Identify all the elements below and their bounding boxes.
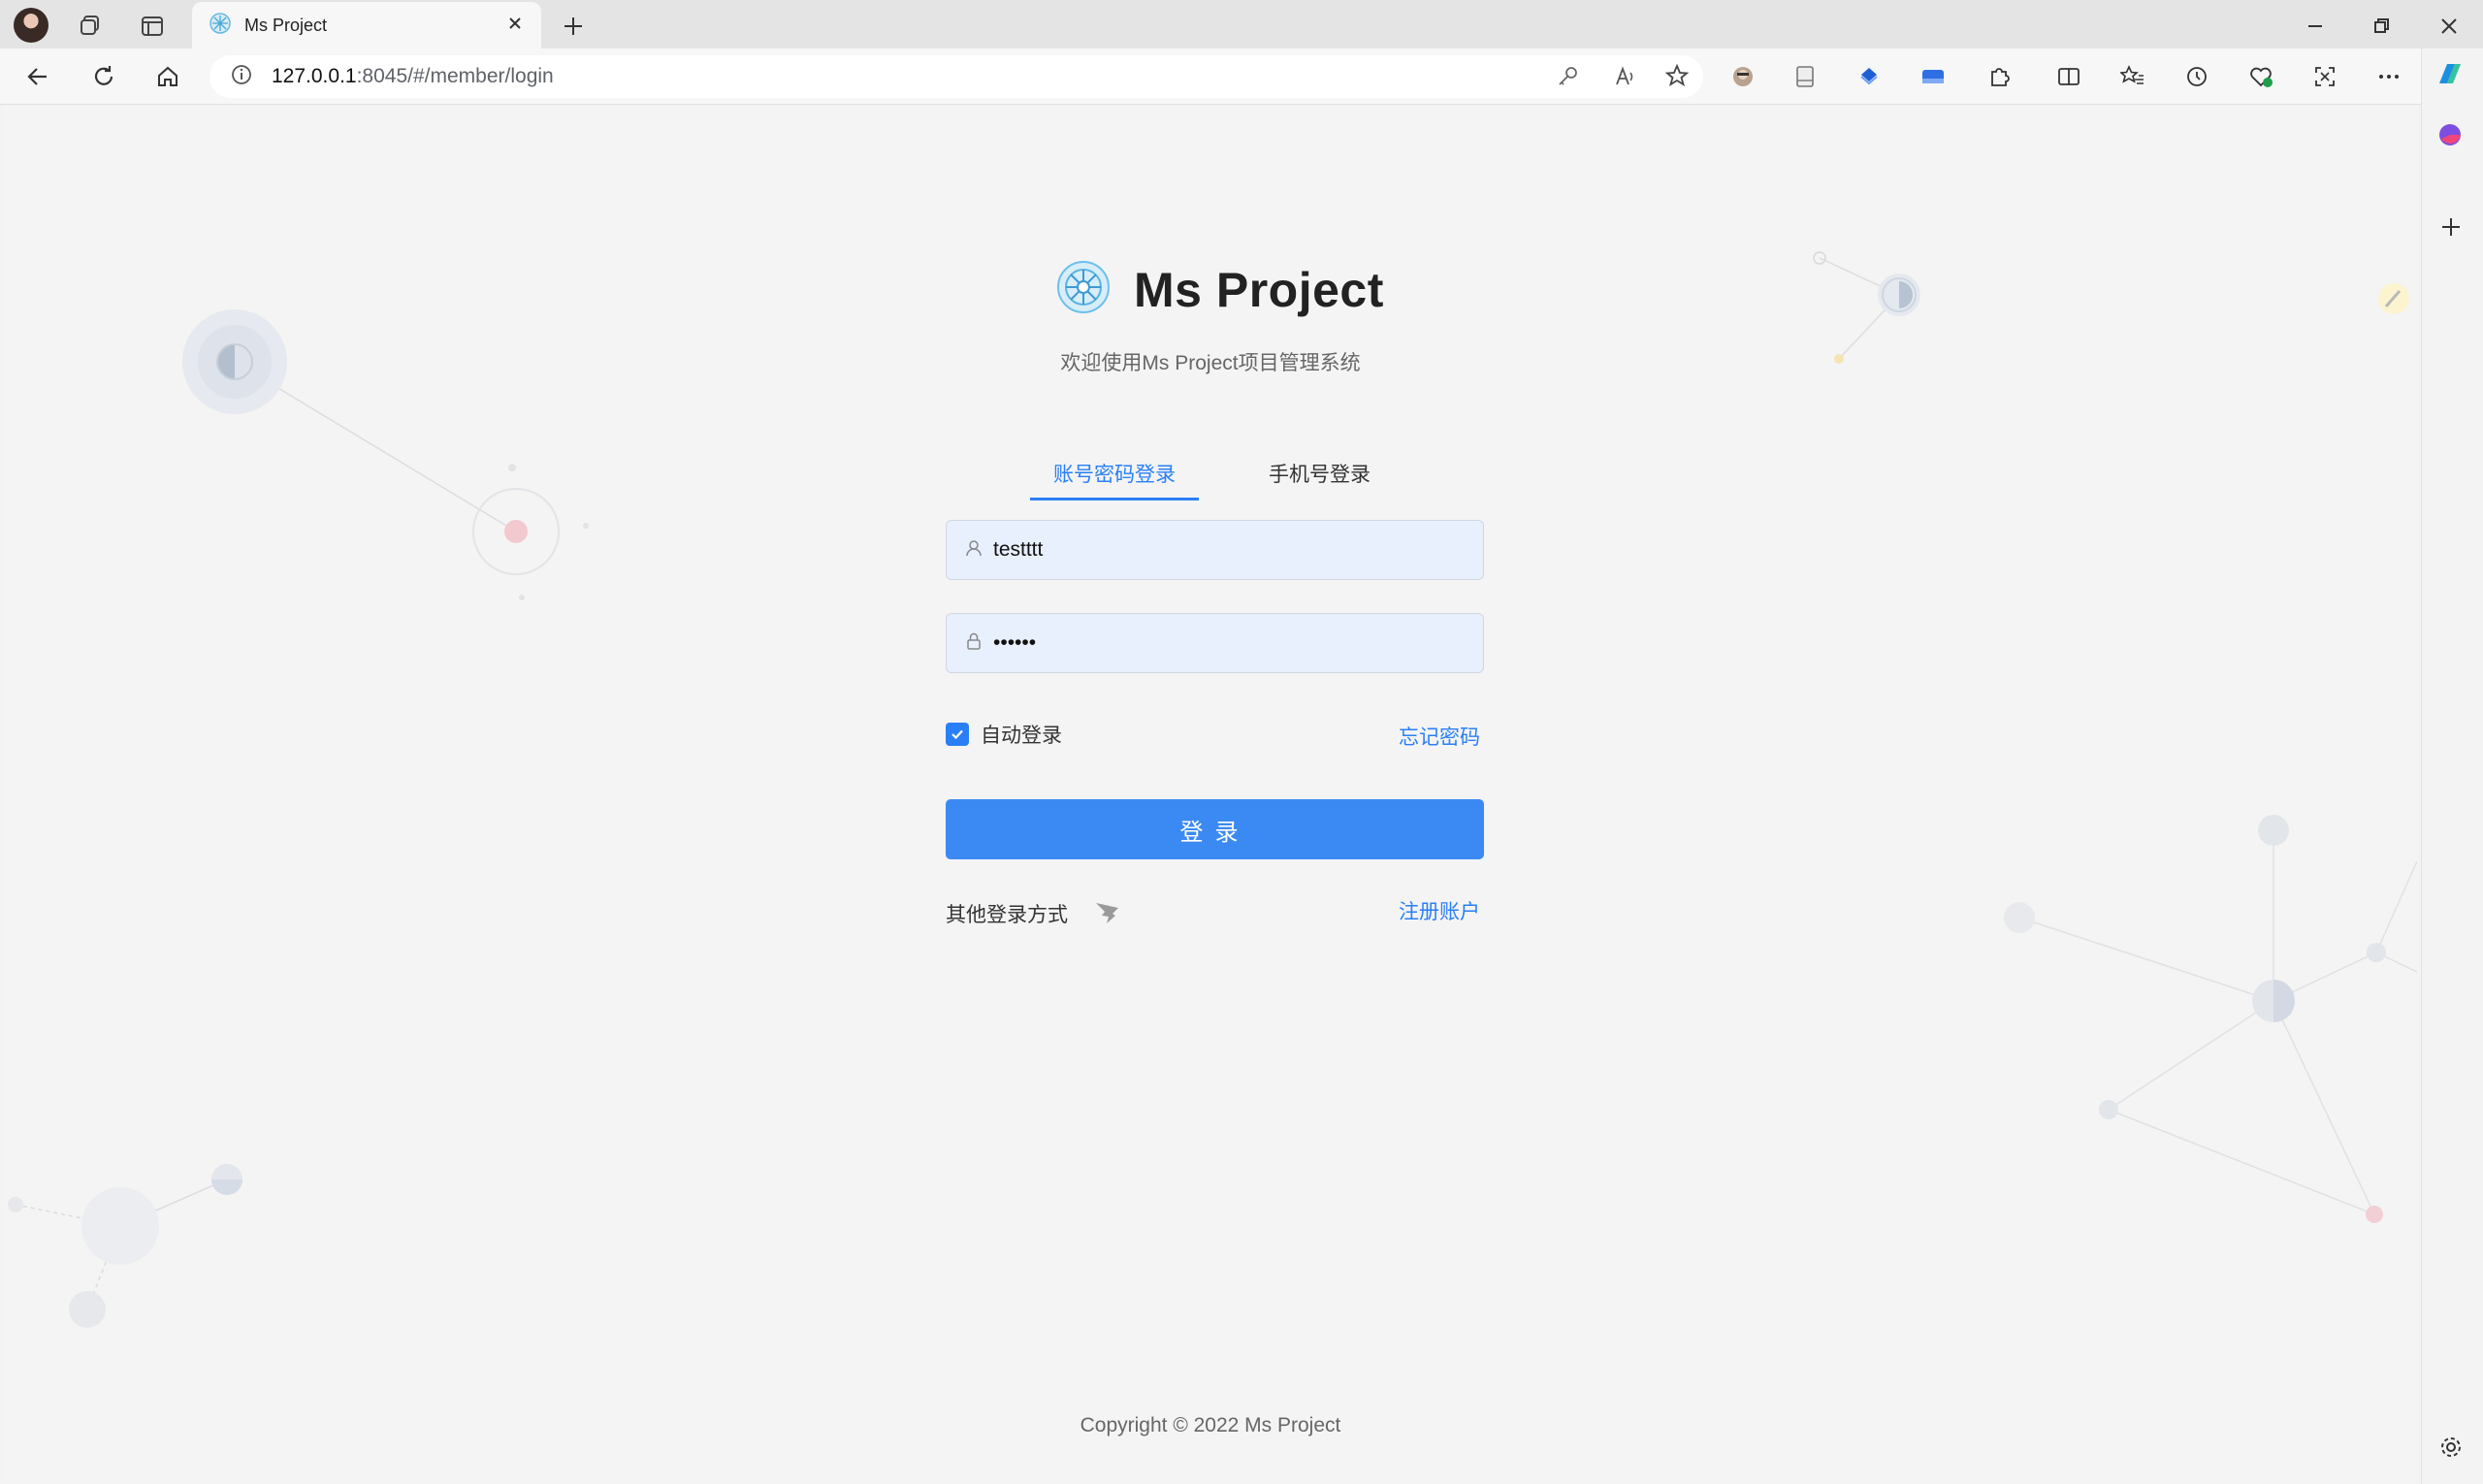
- dingtalk-icon[interactable]: [1093, 896, 1122, 931]
- extension-doc-icon[interactable]: [1790, 62, 1820, 91]
- username-field[interactable]: [946, 520, 1484, 580]
- new-tab-icon[interactable]: [557, 10, 590, 43]
- tab-account-password[interactable]: 账号密码登录: [1030, 454, 1199, 500]
- profile-avatar[interactable]: [14, 8, 48, 43]
- address-toolbar: 127.0.0.1:8045/#/member/login: [0, 48, 2483, 105]
- brand-title: Ms Project: [1134, 262, 1384, 317]
- lock-icon: [964, 631, 984, 656]
- extension-avatar-icon[interactable]: [1728, 62, 1757, 91]
- performance-heart-icon[interactable]: [2246, 62, 2275, 91]
- address-bar[interactable]: 127.0.0.1:8045/#/member/login: [210, 55, 1703, 98]
- extensions-puzzle-icon[interactable]: [1984, 62, 2014, 91]
- forgot-password-link[interactable]: 忘记密码: [1399, 722, 1480, 751]
- minimize-icon[interactable]: [2299, 10, 2332, 43]
- password-input[interactable]: [993, 631, 1459, 655]
- tab-title: Ms Project: [244, 15, 328, 35]
- extension-blue-card-icon[interactable]: [1919, 62, 1948, 91]
- back-icon[interactable]: [21, 60, 54, 93]
- copilot-icon[interactable]: [2434, 58, 2467, 96]
- url-text: 127.0.0.1:8045/#/member/login: [272, 65, 554, 87]
- password-field[interactable]: [946, 613, 1484, 673]
- auto-login-label[interactable]: 自动登录: [981, 720, 1062, 749]
- read-aloud-icon[interactable]: [1614, 65, 1637, 93]
- sidebar-app-icon[interactable]: [2435, 120, 2465, 154]
- tab-phone-login[interactable]: 手机号登录: [1245, 454, 1394, 500]
- auto-login-checkbox[interactable]: [946, 723, 969, 746]
- split-screen-icon[interactable]: [2054, 62, 2083, 91]
- extension-blue-diamond-icon[interactable]: [1854, 62, 1884, 91]
- site-info-icon[interactable]: [231, 64, 252, 90]
- more-menu-icon[interactable]: [2374, 62, 2403, 91]
- page-subtitle: 欢迎使用Ms Project项目管理系统: [1060, 352, 1361, 374]
- other-login-label: 其他登录方式: [946, 904, 1068, 926]
- favorites-list-icon[interactable]: [2118, 62, 2147, 91]
- login-button[interactable]: 登录: [946, 799, 1484, 859]
- brand-header: Ms Project: [1056, 260, 1384, 319]
- close-window-icon[interactable]: [2433, 10, 2466, 43]
- refresh-icon[interactable]: [87, 60, 120, 93]
- close-tab-icon[interactable]: [506, 15, 524, 37]
- browser-sidebar: [2421, 48, 2483, 1484]
- copyright-footer: Copyright © 2022 Ms Project: [1080, 1414, 1341, 1436]
- browser-tab-strip: Ms Project: [0, 0, 2483, 48]
- home-icon[interactable]: [151, 60, 184, 93]
- tab-actions-icon[interactable]: [136, 10, 169, 43]
- register-account-link[interactable]: 注册账户: [1399, 896, 1480, 925]
- login-page: Ms Project 欢迎使用Ms Project项目管理系统 账号密码登录 手…: [4, 105, 2417, 1482]
- favicon-icon: [210, 12, 231, 39]
- sidebar-settings-icon[interactable]: [2437, 1434, 2465, 1466]
- password-key-icon[interactable]: [1556, 65, 1579, 93]
- history-icon[interactable]: [2182, 62, 2211, 91]
- screenshot-icon[interactable]: [2310, 62, 2339, 91]
- sidebar-add-icon[interactable]: [2439, 215, 2463, 243]
- restore-icon[interactable]: [2365, 10, 2398, 43]
- favorite-star-icon[interactable]: [1664, 63, 1690, 93]
- login-tabs: 账号密码登录 手机号登录: [1030, 454, 1394, 500]
- browser-tab[interactable]: Ms Project: [192, 2, 541, 48]
- workspaces-icon[interactable]: [74, 10, 107, 43]
- user-icon: [964, 538, 984, 563]
- auto-login-row: 自动登录: [946, 720, 1062, 749]
- username-input[interactable]: [993, 538, 1459, 562]
- logo-icon: [1056, 260, 1111, 319]
- other-login-row: 其他登录方式: [946, 896, 1122, 931]
